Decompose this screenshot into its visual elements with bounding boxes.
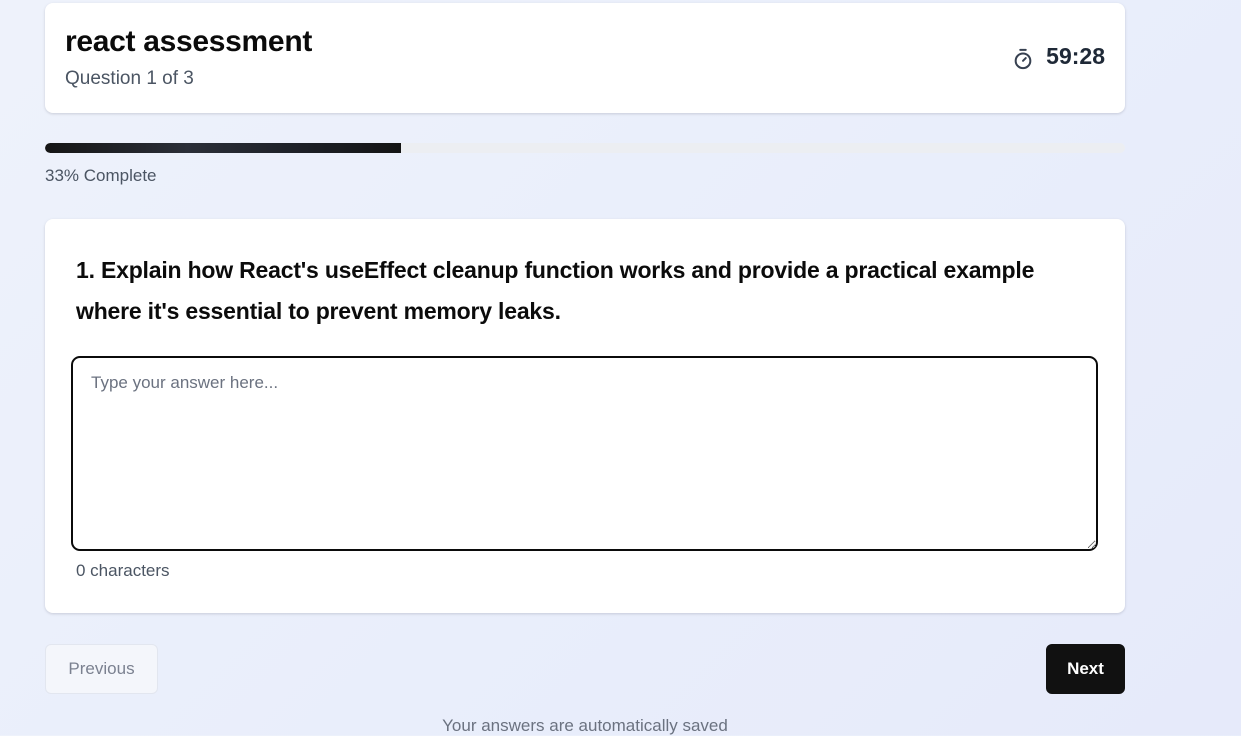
answer-textarea[interactable] xyxy=(71,356,1098,551)
countdown-timer: 59:28 xyxy=(1012,43,1105,70)
character-count: 0 characters xyxy=(76,561,170,580)
progress-label: 33% Complete xyxy=(45,166,157,185)
assessment-header: react assessment Question 1 of 3 59:28 xyxy=(45,3,1125,113)
assessment-title: react assessment xyxy=(65,25,313,58)
timer-value: 59:28 xyxy=(1046,43,1105,69)
question-text: 1. Explain how React's useEffect cleanup… xyxy=(76,257,1035,324)
next-button[interactable]: Next xyxy=(1046,644,1125,694)
progress-bar xyxy=(45,143,1125,153)
autosave-note: Your answers are automatically saved xyxy=(442,716,728,735)
stopwatch-icon xyxy=(1014,48,1032,69)
progress-fill xyxy=(45,143,402,153)
question-counter: Question 1 of 3 xyxy=(65,68,194,89)
question-card: 1. Explain how React's useEffect cleanup… xyxy=(45,219,1125,613)
previous-button[interactable]: Previous xyxy=(45,644,158,694)
